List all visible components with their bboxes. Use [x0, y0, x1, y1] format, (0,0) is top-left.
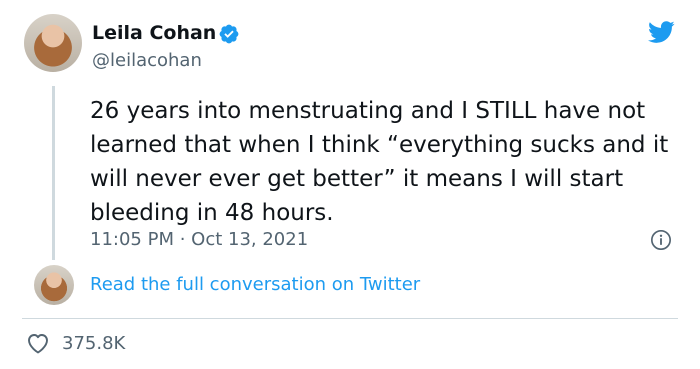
divider — [22, 318, 678, 319]
tweet-text: 26 years into menstruating and I STILL h… — [90, 98, 669, 226]
read-conversation-link[interactable]: Read the full conversation on Twitter — [90, 274, 420, 295]
twitter-bird-icon[interactable] — [645, 18, 677, 46]
tweet-timestamp[interactable]: 11:05 PM · Oct 13, 2021 — [90, 229, 308, 250]
author-avatar[interactable] — [24, 14, 82, 72]
like-count: 375.8K — [62, 332, 126, 354]
heart-icon — [28, 334, 48, 354]
author-handle[interactable]: @leilacohan — [92, 50, 202, 71]
info-icon[interactable] — [650, 229, 672, 251]
thread-line — [52, 86, 55, 260]
author-name[interactable]: Leila Cohan — [92, 22, 216, 44]
like-button[interactable]: 375.8K — [26, 330, 125, 356]
tweet-card: Leila Cohan @leilacohan 26 years into me… — [0, 0, 700, 369]
conversation-avatar[interactable] — [34, 265, 74, 305]
verified-badge-icon — [219, 24, 239, 44]
